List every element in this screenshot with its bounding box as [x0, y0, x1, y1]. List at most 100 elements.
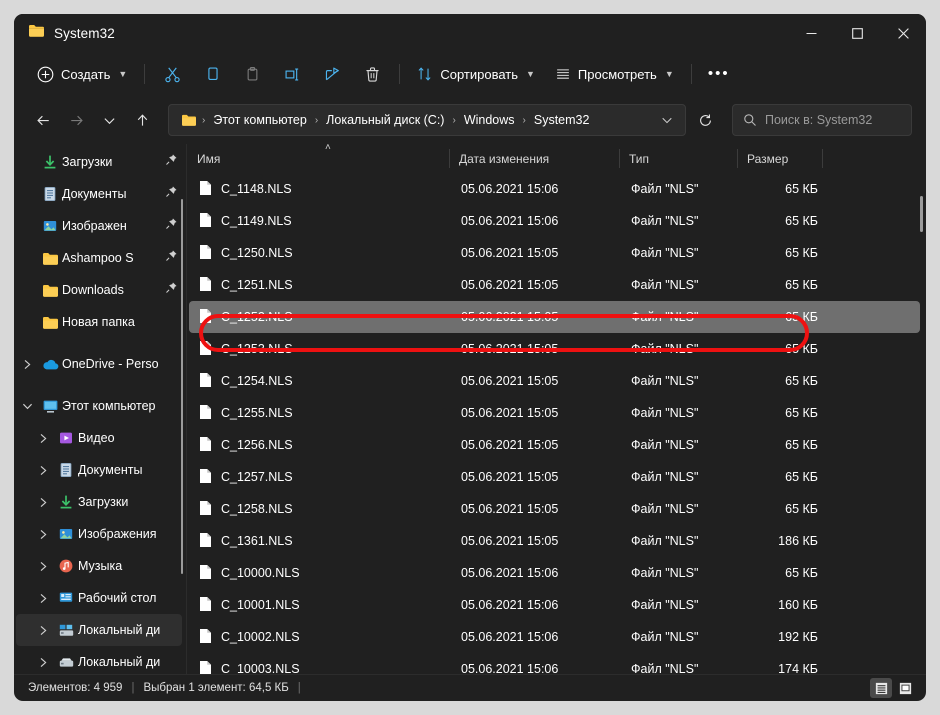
chevron-right-icon[interactable]: [16, 359, 38, 370]
copy-button[interactable]: [193, 58, 231, 90]
chevron-right-icon[interactable]: [32, 593, 54, 604]
file-name: C_1149.NLS: [221, 214, 292, 228]
delete-button[interactable]: [353, 58, 391, 90]
file-size: 65 КБ: [739, 310, 824, 324]
table-row[interactable]: C_1250.NLS05.06.2021 15:05Файл "NLS"65 К…: [189, 237, 920, 269]
pin-icon[interactable]: [165, 217, 178, 235]
table-row[interactable]: C_1361.NLS05.06.2021 15:05Файл "NLS"186 …: [189, 525, 920, 557]
table-row[interactable]: C_1254.NLS05.06.2021 15:05Файл "NLS"65 К…: [189, 365, 920, 397]
chevron-down-icon[interactable]: [16, 402, 38, 411]
refresh-button[interactable]: [690, 105, 720, 135]
file-name-cell: C_1252.NLS: [189, 308, 451, 327]
address-bar[interactable]: › Этот компьютер › Локальный диск (C:) ›…: [168, 104, 686, 136]
table-row[interactable]: C_1149.NLS05.06.2021 15:06Файл "NLS"65 К…: [189, 205, 920, 237]
sidebar-item-music[interactable]: Музыка: [16, 550, 182, 582]
breadcrumb-item-local-disk[interactable]: Локальный диск (C:): [321, 110, 449, 130]
file-name-cell: C_1256.NLS: [189, 436, 451, 455]
search-box[interactable]: Поиск в: System32: [732, 104, 912, 136]
column-header-name[interactable]: Имя ˄: [187, 144, 449, 173]
breadcrumb-item-system32[interactable]: System32: [529, 110, 595, 130]
maximize-button[interactable]: [834, 14, 880, 52]
table-row[interactable]: C_1251.NLS05.06.2021 15:05Файл "NLS"65 К…: [189, 269, 920, 301]
address-dropdown-icon[interactable]: [655, 107, 679, 133]
table-row[interactable]: C_1256.NLS05.06.2021 15:05Файл "NLS"65 К…: [189, 429, 920, 461]
back-button[interactable]: [28, 105, 59, 136]
paste-button[interactable]: [233, 58, 271, 90]
chevron-right-icon[interactable]: [32, 561, 54, 572]
table-row[interactable]: C_1258.NLS05.06.2021 15:05Файл "NLS"65 К…: [189, 493, 920, 525]
address-folder-icon[interactable]: [178, 113, 200, 127]
sidebar-item-pictures-quick[interactable]: Изображен: [16, 210, 182, 242]
downloads-icon: [54, 494, 78, 510]
view-list-icon: [555, 66, 571, 82]
file-list-scrollbar[interactable]: [920, 196, 923, 232]
column-header-size[interactable]: Размер: [737, 144, 822, 173]
file-type: Файл "NLS": [621, 182, 739, 196]
table-row[interactable]: C_1255.NLS05.06.2021 15:05Файл "NLS"65 К…: [189, 397, 920, 429]
see-more-button[interactable]: •••: [700, 58, 738, 90]
chevron-right-icon[interactable]: [32, 657, 54, 668]
up-button[interactable]: [127, 105, 158, 136]
chevron-right-icon[interactable]: [32, 433, 54, 444]
sidebar-item-downloads-folder[interactable]: Downloads: [16, 274, 182, 306]
recent-locations-button[interactable]: [94, 105, 125, 136]
column-header-type[interactable]: Тип: [619, 144, 737, 173]
details-view-button[interactable]: [870, 678, 892, 698]
table-row[interactable]: C_1148.NLS05.06.2021 15:06Файл "NLS"65 К…: [189, 173, 920, 205]
drive-icon: [54, 655, 78, 670]
sidebar-item-new-folder[interactable]: Новая папка: [16, 306, 182, 338]
chevron-right-icon[interactable]: [32, 497, 54, 508]
column-header-date-modified[interactable]: Дата изменения: [449, 144, 619, 173]
pin-icon[interactable]: [165, 185, 178, 203]
sidebar-item-downloads-quick[interactable]: Загрузки: [16, 146, 182, 178]
sidebar-item-local-disk-c[interactable]: Локальный ди: [16, 614, 182, 646]
sidebar-item-this-pc[interactable]: Этот компьютер: [16, 390, 182, 422]
new-button[interactable]: Создать ▼: [28, 58, 136, 90]
pin-icon[interactable]: [165, 249, 178, 267]
sidebar-item-ashampoo[interactable]: Ashampoo S: [16, 242, 182, 274]
sidebar-item-local-disk-d[interactable]: Локальный ди: [16, 646, 182, 674]
address-bar-row: › Этот компьютер › Локальный диск (C:) ›…: [14, 96, 926, 144]
table-row[interactable]: C_1257.NLS05.06.2021 15:05Файл "NLS"65 К…: [189, 461, 920, 493]
table-row[interactable]: C_1253.NLS05.06.2021 15:05Файл "NLS"65 К…: [189, 333, 920, 365]
view-button[interactable]: Просмотреть ▼: [546, 58, 683, 90]
breadcrumb-item-windows[interactable]: Windows: [459, 110, 520, 130]
sidebar-item-videos[interactable]: Видео: [16, 422, 182, 454]
sidebar-item-desktop[interactable]: Рабочий стол: [16, 582, 182, 614]
chevron-right-icon[interactable]: [32, 625, 54, 636]
breadcrumb-separator: ›: [313, 115, 320, 126]
share-button[interactable]: [313, 58, 351, 90]
close-button[interactable]: [880, 14, 926, 52]
rename-button[interactable]: [273, 58, 311, 90]
file-name-cell: C_1251.NLS: [189, 276, 451, 295]
selection-info: Выбран 1 элемент: 64,5 КБ: [143, 682, 288, 694]
onedrive-icon: [38, 358, 62, 371]
table-row[interactable]: C_10003.NLS05.06.2021 15:06Файл "NLS"174…: [189, 653, 920, 674]
cut-button[interactable]: [153, 58, 191, 90]
sidebar-item-downloads[interactable]: Загрузки: [16, 486, 182, 518]
file-date: 05.06.2021 15:05: [451, 534, 621, 548]
breadcrumb-item-this-pc[interactable]: Этот компьютер: [208, 110, 311, 130]
table-row[interactable]: C_10000.NLS05.06.2021 15:06Файл "NLS"65 …: [189, 557, 920, 589]
search-input[interactable]: Поиск в: System32: [765, 113, 872, 127]
table-row[interactable]: C_10001.NLS05.06.2021 15:06Файл "NLS"160…: [189, 589, 920, 621]
sidebar-item-documents-quick[interactable]: Документы: [16, 178, 182, 210]
sidebar-item-pictures[interactable]: Изображения: [16, 518, 182, 550]
large-icons-view-button[interactable]: [894, 678, 916, 698]
sidebar-item-onedrive[interactable]: OneDrive - Perso: [16, 348, 182, 380]
table-row[interactable]: C_1252.NLS05.06.2021 15:05Файл "NLS"65 К…: [189, 301, 920, 333]
file-name-cell: C_1254.NLS: [189, 372, 451, 391]
file-type: Файл "NLS": [621, 278, 739, 292]
minimize-button[interactable]: [788, 14, 834, 52]
pin-icon[interactable]: [165, 281, 178, 299]
table-row[interactable]: C_10002.NLS05.06.2021 15:06Файл "NLS"192…: [189, 621, 920, 653]
pin-icon[interactable]: [165, 153, 178, 171]
sidebar-scrollbar[interactable]: [181, 199, 183, 574]
column-header-label: Тип: [629, 152, 649, 166]
forward-button[interactable]: [61, 105, 92, 136]
chevron-down-icon: ▼: [526, 69, 535, 79]
sort-button[interactable]: Сортировать ▼: [408, 58, 544, 90]
sidebar-item-documents[interactable]: Документы: [16, 454, 182, 486]
chevron-right-icon[interactable]: [32, 465, 54, 476]
chevron-right-icon[interactable]: [32, 529, 54, 540]
